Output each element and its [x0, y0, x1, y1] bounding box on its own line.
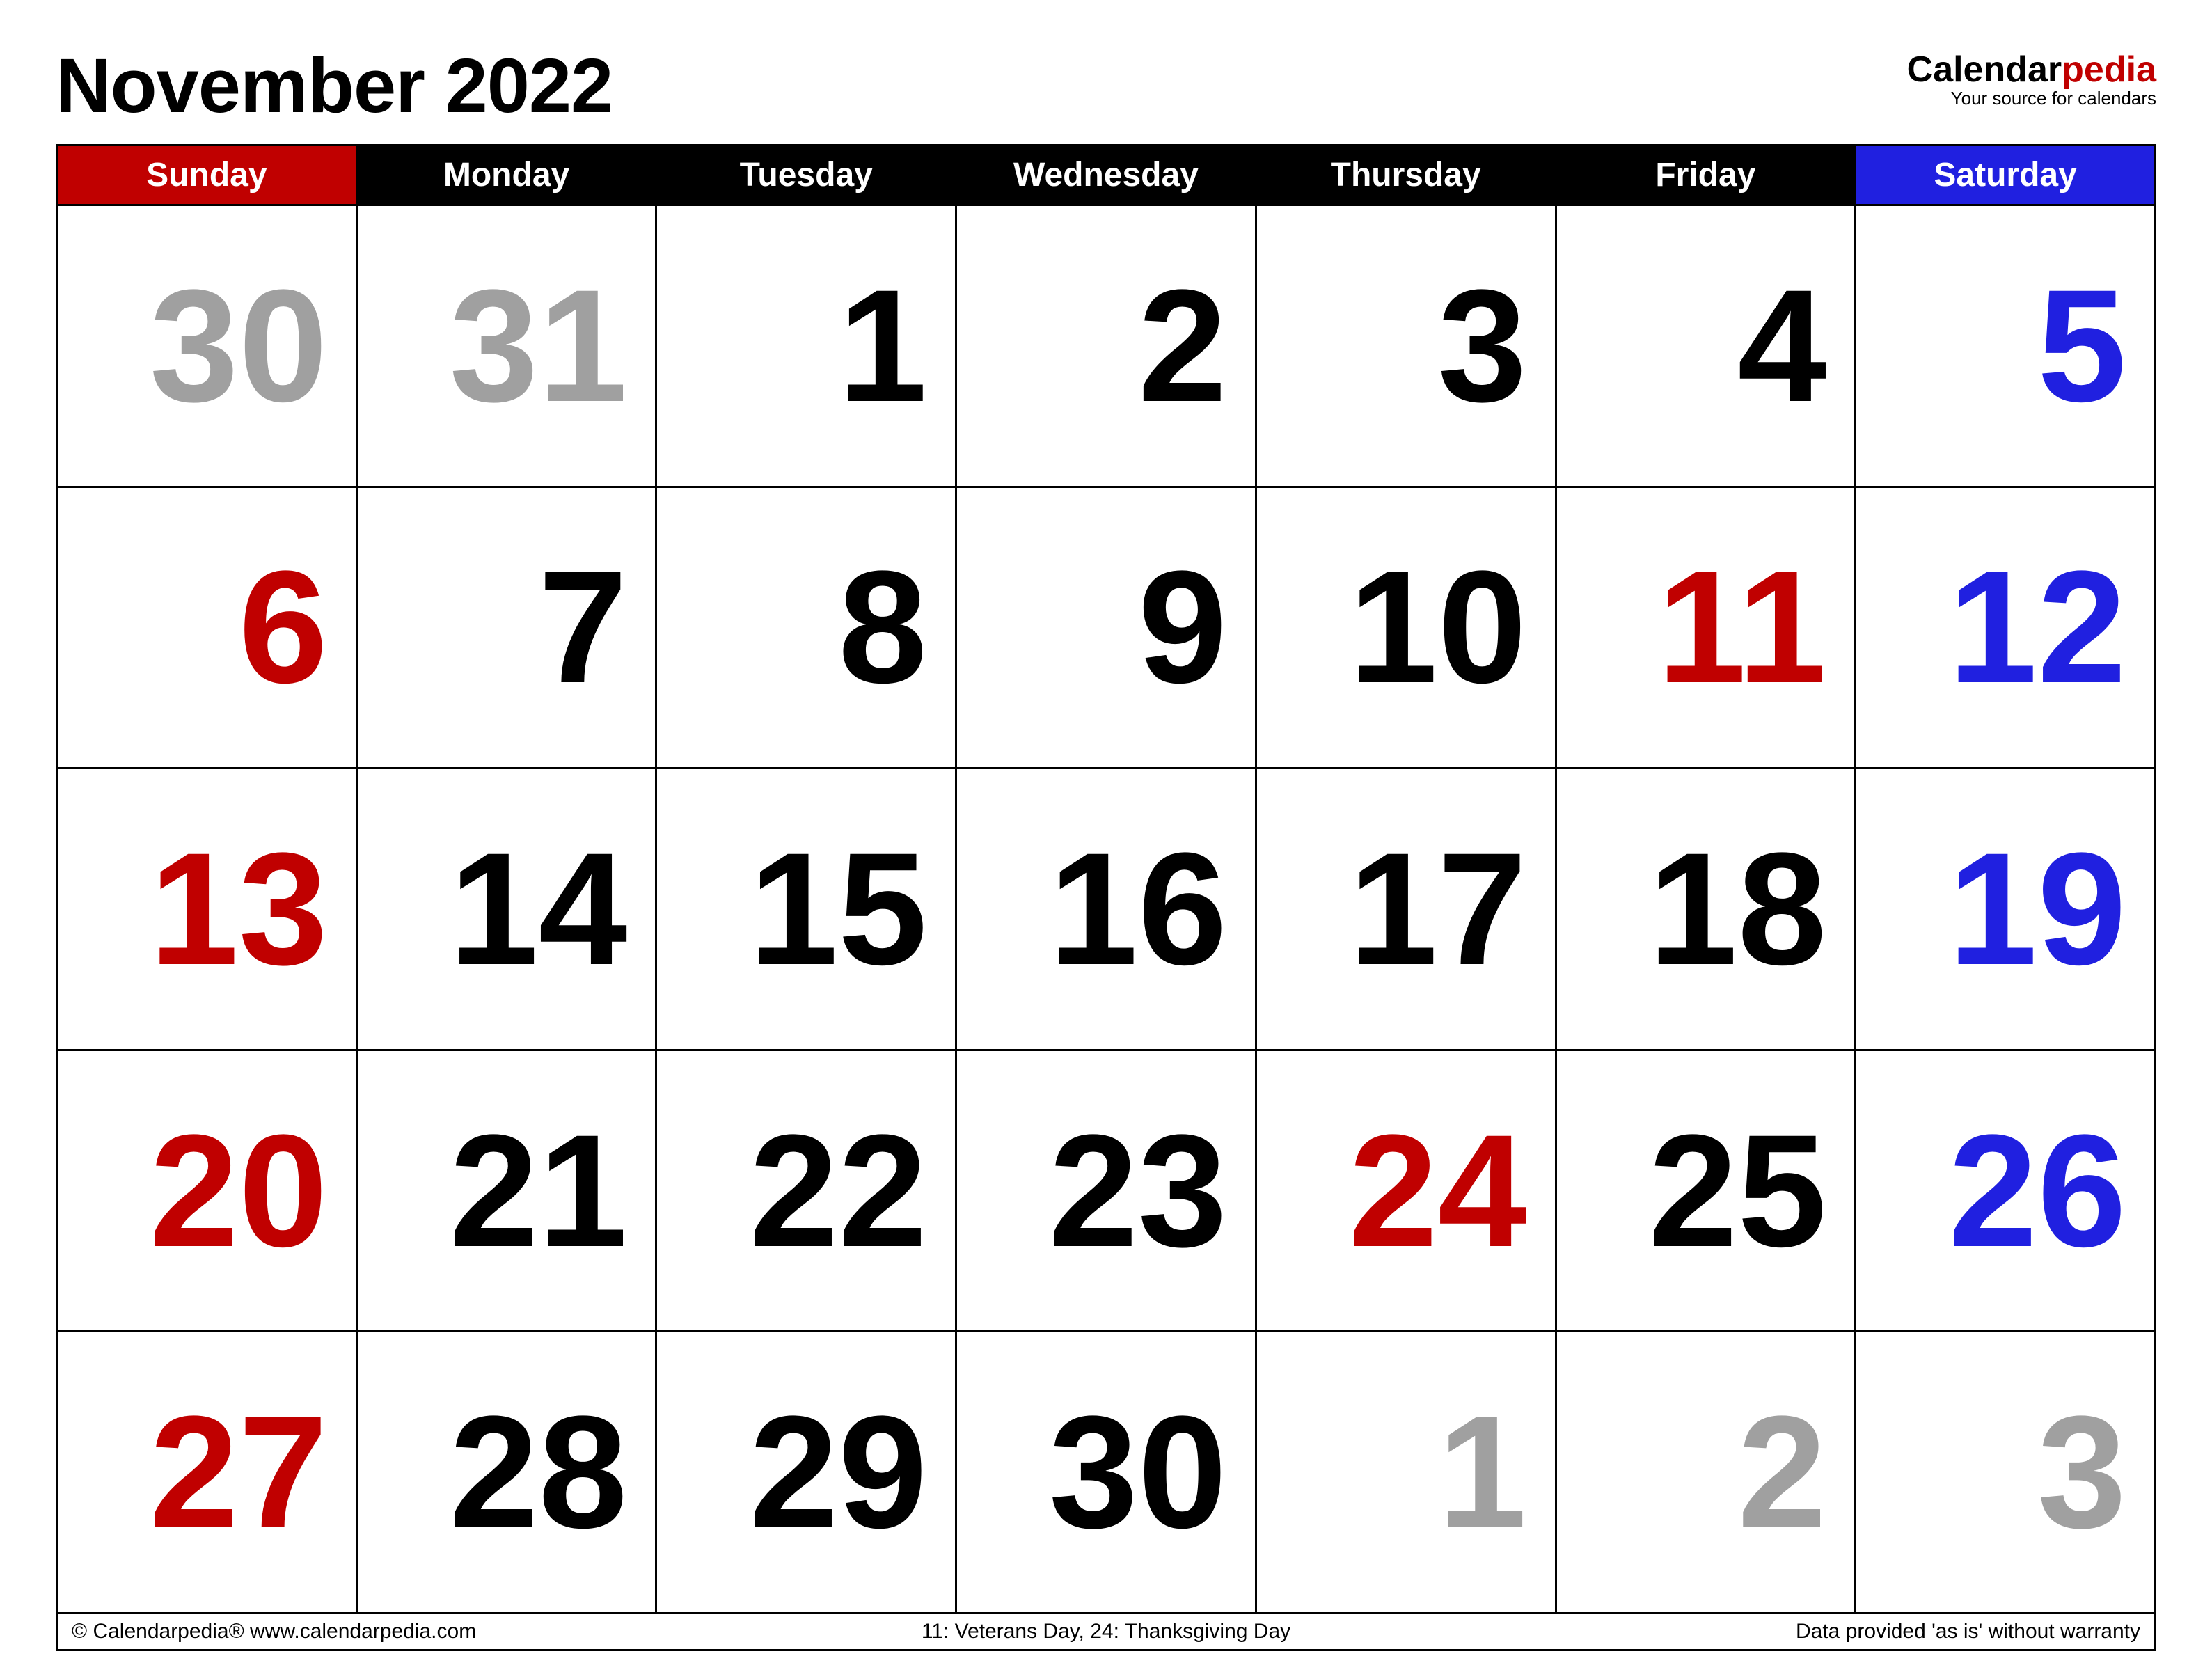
day-cell: 12 [1856, 487, 2156, 768]
header: November 2022 Calendarpedia Your source … [56, 42, 2156, 130]
calendar-table: Sunday Monday Tuesday Wednesday Thursday… [56, 144, 2156, 1614]
day-cell: 25 [1556, 1050, 1856, 1332]
day-cell: 26 [1856, 1050, 2156, 1332]
brand-name: Calendarpedia [1907, 49, 2156, 90]
day-cell: 4 [1556, 205, 1856, 487]
week-row: 303112345 [57, 205, 2156, 487]
footer: © Calendarpedia® www.calendarpedia.com 1… [56, 1614, 2156, 1651]
day-cell: 21 [356, 1050, 656, 1332]
brand-part2: pedia [2062, 49, 2156, 90]
day-header-monday: Monday [356, 145, 656, 205]
day-cell: 2 [956, 205, 1256, 487]
day-cell: 27 [57, 1332, 357, 1614]
day-cell: 3 [1256, 205, 1556, 487]
day-header-friday: Friday [1556, 145, 1856, 205]
day-cell: 30 [57, 205, 357, 487]
day-header-wednesday: Wednesday [956, 145, 1256, 205]
day-header-saturday: Saturday [1856, 145, 2156, 205]
day-header-row: Sunday Monday Tuesday Wednesday Thursday… [57, 145, 2156, 205]
day-cell: 2 [1556, 1332, 1856, 1614]
day-cell: 16 [956, 768, 1256, 1050]
day-cell: 9 [956, 487, 1256, 768]
day-cell: 14 [356, 768, 656, 1050]
day-cell: 1 [656, 205, 956, 487]
week-row: 20212223242526 [57, 1050, 2156, 1332]
day-cell: 13 [57, 768, 357, 1050]
day-cell: 7 [356, 487, 656, 768]
day-cell: 17 [1256, 768, 1556, 1050]
day-cell: 18 [1556, 768, 1856, 1050]
day-cell: 24 [1256, 1050, 1556, 1332]
day-cell: 20 [57, 1050, 357, 1332]
brand-block: Calendarpedia Your source for calendars [1907, 42, 2156, 109]
day-cell: 29 [656, 1332, 956, 1614]
footer-holidays: 11: Veterans Day, 24: Thanksgiving Day [761, 1620, 1451, 1643]
day-cell: 30 [956, 1332, 1256, 1614]
day-cell: 11 [1556, 487, 1856, 768]
page-title: November 2022 [56, 42, 613, 130]
brand-tagline: Your source for calendars [1907, 88, 2156, 109]
week-row: 6789101112 [57, 487, 2156, 768]
day-header-tuesday: Tuesday [656, 145, 956, 205]
day-cell: 22 [656, 1050, 956, 1332]
day-cell: 19 [1856, 768, 2156, 1050]
day-header-thursday: Thursday [1256, 145, 1556, 205]
day-cell: 3 [1856, 1332, 2156, 1614]
week-row: 27282930123 [57, 1332, 2156, 1614]
week-row: 13141516171819 [57, 768, 2156, 1050]
day-cell: 1 [1256, 1332, 1556, 1614]
footer-warranty: Data provided 'as is' without warranty [1451, 1620, 2140, 1643]
day-cell: 10 [1256, 487, 1556, 768]
brand-part1: Calendar [1907, 49, 2062, 90]
day-cell: 28 [356, 1332, 656, 1614]
day-cell: 6 [57, 487, 357, 768]
footer-copyright: © Calendarpedia® www.calendarpedia.com [72, 1620, 761, 1643]
day-cell: 15 [656, 768, 956, 1050]
day-cell: 31 [356, 205, 656, 487]
day-cell: 8 [656, 487, 956, 768]
day-cell: 23 [956, 1050, 1256, 1332]
day-header-sunday: Sunday [57, 145, 357, 205]
day-cell: 5 [1856, 205, 2156, 487]
